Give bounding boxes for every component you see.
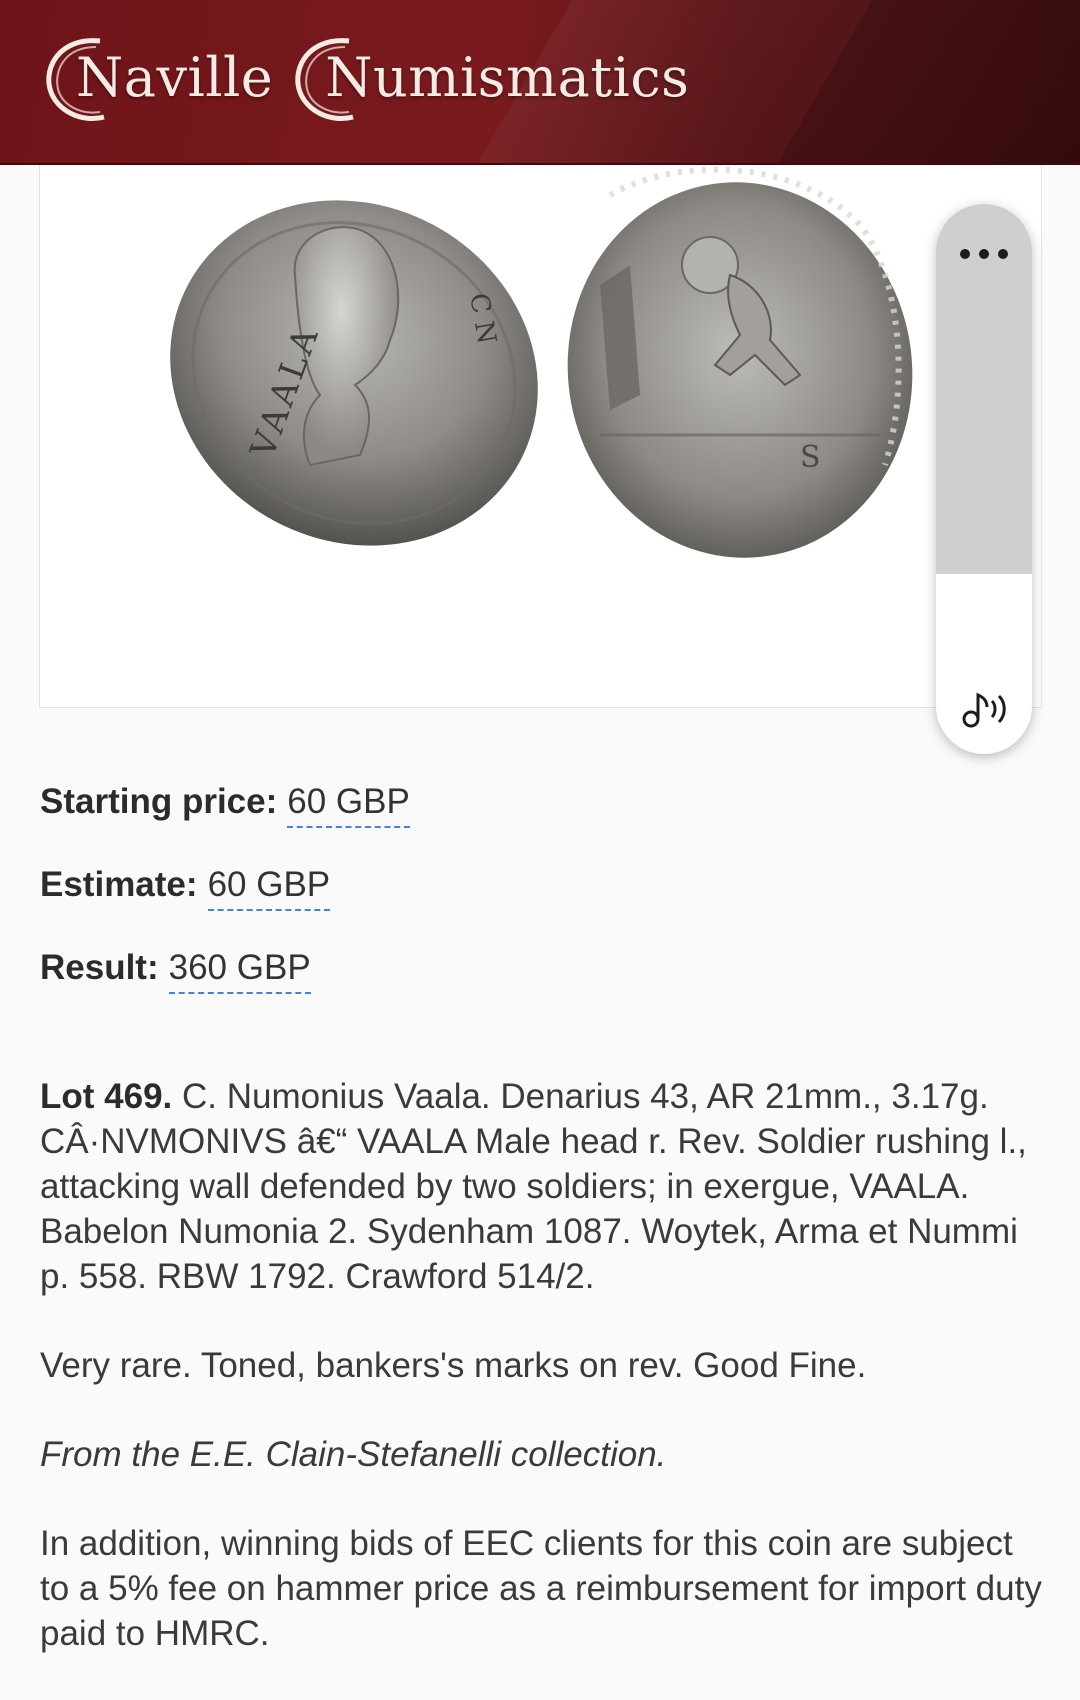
coin-images: VAALA C N S	[170, 166, 913, 558]
estimate-label: Estimate:	[40, 865, 198, 904]
read-aloud-button[interactable]	[936, 674, 1032, 744]
audio-speaker-icon	[962, 692, 1006, 728]
lot-description: Lot 469. C. Numonius Vaala. Denarius 43,…	[40, 1074, 1050, 1700]
naville-numismatics-logo[interactable]: Naville Numismatics	[42, 22, 689, 132]
price-section: Starting price: 60 GBP Estimate: 60 GBP …	[40, 782, 410, 1031]
reverse-mark: S	[800, 440, 821, 475]
lot-number: Lot 469.	[40, 1077, 173, 1116]
lot-fee-note: In addition, winning bids of EEC clients…	[40, 1524, 1042, 1653]
starting-price-value[interactable]: 60 GBP	[287, 782, 410, 828]
starting-price-label: Starting price:	[40, 782, 278, 821]
result-label: Result:	[40, 948, 159, 987]
obverse-coin: VAALA C N	[170, 200, 538, 546]
result-row: Result: 360 GBP	[40, 948, 410, 1031]
lot-provenance: From the E.E. Clain-Stefanelli collectio…	[40, 1435, 667, 1474]
lot-main-text: C. Numonius Vaala. Denarius 43, AR 21mm.…	[40, 1077, 1027, 1296]
estimate-row: Estimate: 60 GBP	[40, 865, 410, 948]
lot-condition: Very rare. Toned, bankers's marks on rev…	[40, 1346, 867, 1385]
app-header: Naville Numismatics	[0, 0, 1080, 165]
brand-second-word: Numismatics	[325, 45, 690, 109]
starting-price-row: Starting price: 60 GBP	[40, 782, 410, 865]
estimate-value[interactable]: 60 GBP	[207, 865, 331, 911]
result-value[interactable]: 360 GBP	[168, 948, 311, 994]
reverse-coin: S	[567, 166, 913, 558]
more-options-button[interactable]	[936, 234, 1032, 274]
lot-image-frame[interactable]: VAALA C N S	[39, 165, 1042, 708]
floating-side-panel	[936, 204, 1032, 754]
brand-first-word: Naville	[76, 45, 274, 109]
more-horizontal-icon	[960, 249, 970, 259]
lot-main-paragraph: Lot 469. C. Numonius Vaala. Denarius 43,…	[40, 1074, 1050, 1299]
